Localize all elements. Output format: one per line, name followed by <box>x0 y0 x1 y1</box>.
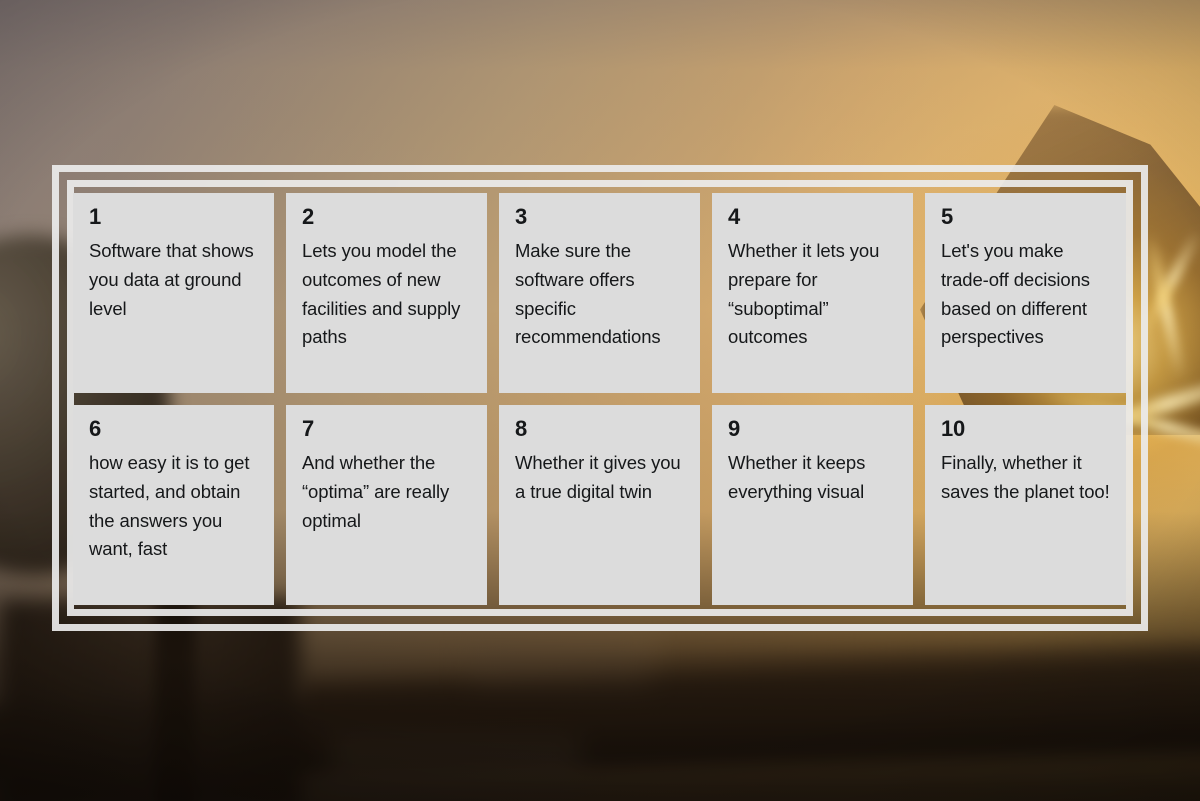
card-number: 2 <box>302 204 315 229</box>
card-1: 1 Software that shows you data at ground… <box>73 193 274 393</box>
card-number: 7 <box>302 416 315 441</box>
card-number: 6 <box>89 416 102 441</box>
card-body-text: Let's you make trade-off decisions based… <box>941 240 1090 348</box>
card-number: 8 <box>515 416 528 441</box>
card-body-text: Whether it gives you a true digital twin <box>515 452 681 502</box>
card-6: 6 how easy it is to get started, and obt… <box>73 405 274 605</box>
card-3: 3 Make sure the software offers specific… <box>499 193 700 393</box>
card-number: 9 <box>728 416 741 441</box>
card-body-text: how easy it is to get started, and obtai… <box>89 452 250 560</box>
card-number: 1 <box>89 204 102 229</box>
card-body-text: Make sure the software offers specific r… <box>515 240 661 348</box>
card-body-text: Software that shows you data at ground l… <box>89 240 254 319</box>
card-number: 3 <box>515 204 528 229</box>
card-body-text: Finally, whether it saves the planet too… <box>941 452 1110 502</box>
card-body-text: Whether it lets you prepare for “subopti… <box>728 240 880 348</box>
card-number: 10 <box>941 416 966 441</box>
card-number: 4 <box>728 204 741 229</box>
card-body-text: Lets you model the outcomes of new facil… <box>302 240 461 348</box>
card-9: 9 Whether it keeps everything visual <box>712 405 913 605</box>
card-2: 2 Lets you model the outcomes of new fac… <box>286 193 487 393</box>
card-7: 7 And whether the “optima” are really op… <box>286 405 487 605</box>
card-10: 10 Finally, whether it saves the planet … <box>925 405 1126 605</box>
numbered-card-grid: 1 Software that shows you data at ground… <box>73 193 1127 605</box>
card-4: 4 Whether it lets you prepare for “subop… <box>712 193 913 393</box>
card-body-text: Whether it keeps everything visual <box>728 452 866 502</box>
card-5: 5 Let's you make trade-off decisions bas… <box>925 193 1126 393</box>
card-body-text: And whether the “optima” are really opti… <box>302 452 450 531</box>
card-8: 8 Whether it gives you a true digital tw… <box>499 405 700 605</box>
card-number: 5 <box>941 204 954 229</box>
